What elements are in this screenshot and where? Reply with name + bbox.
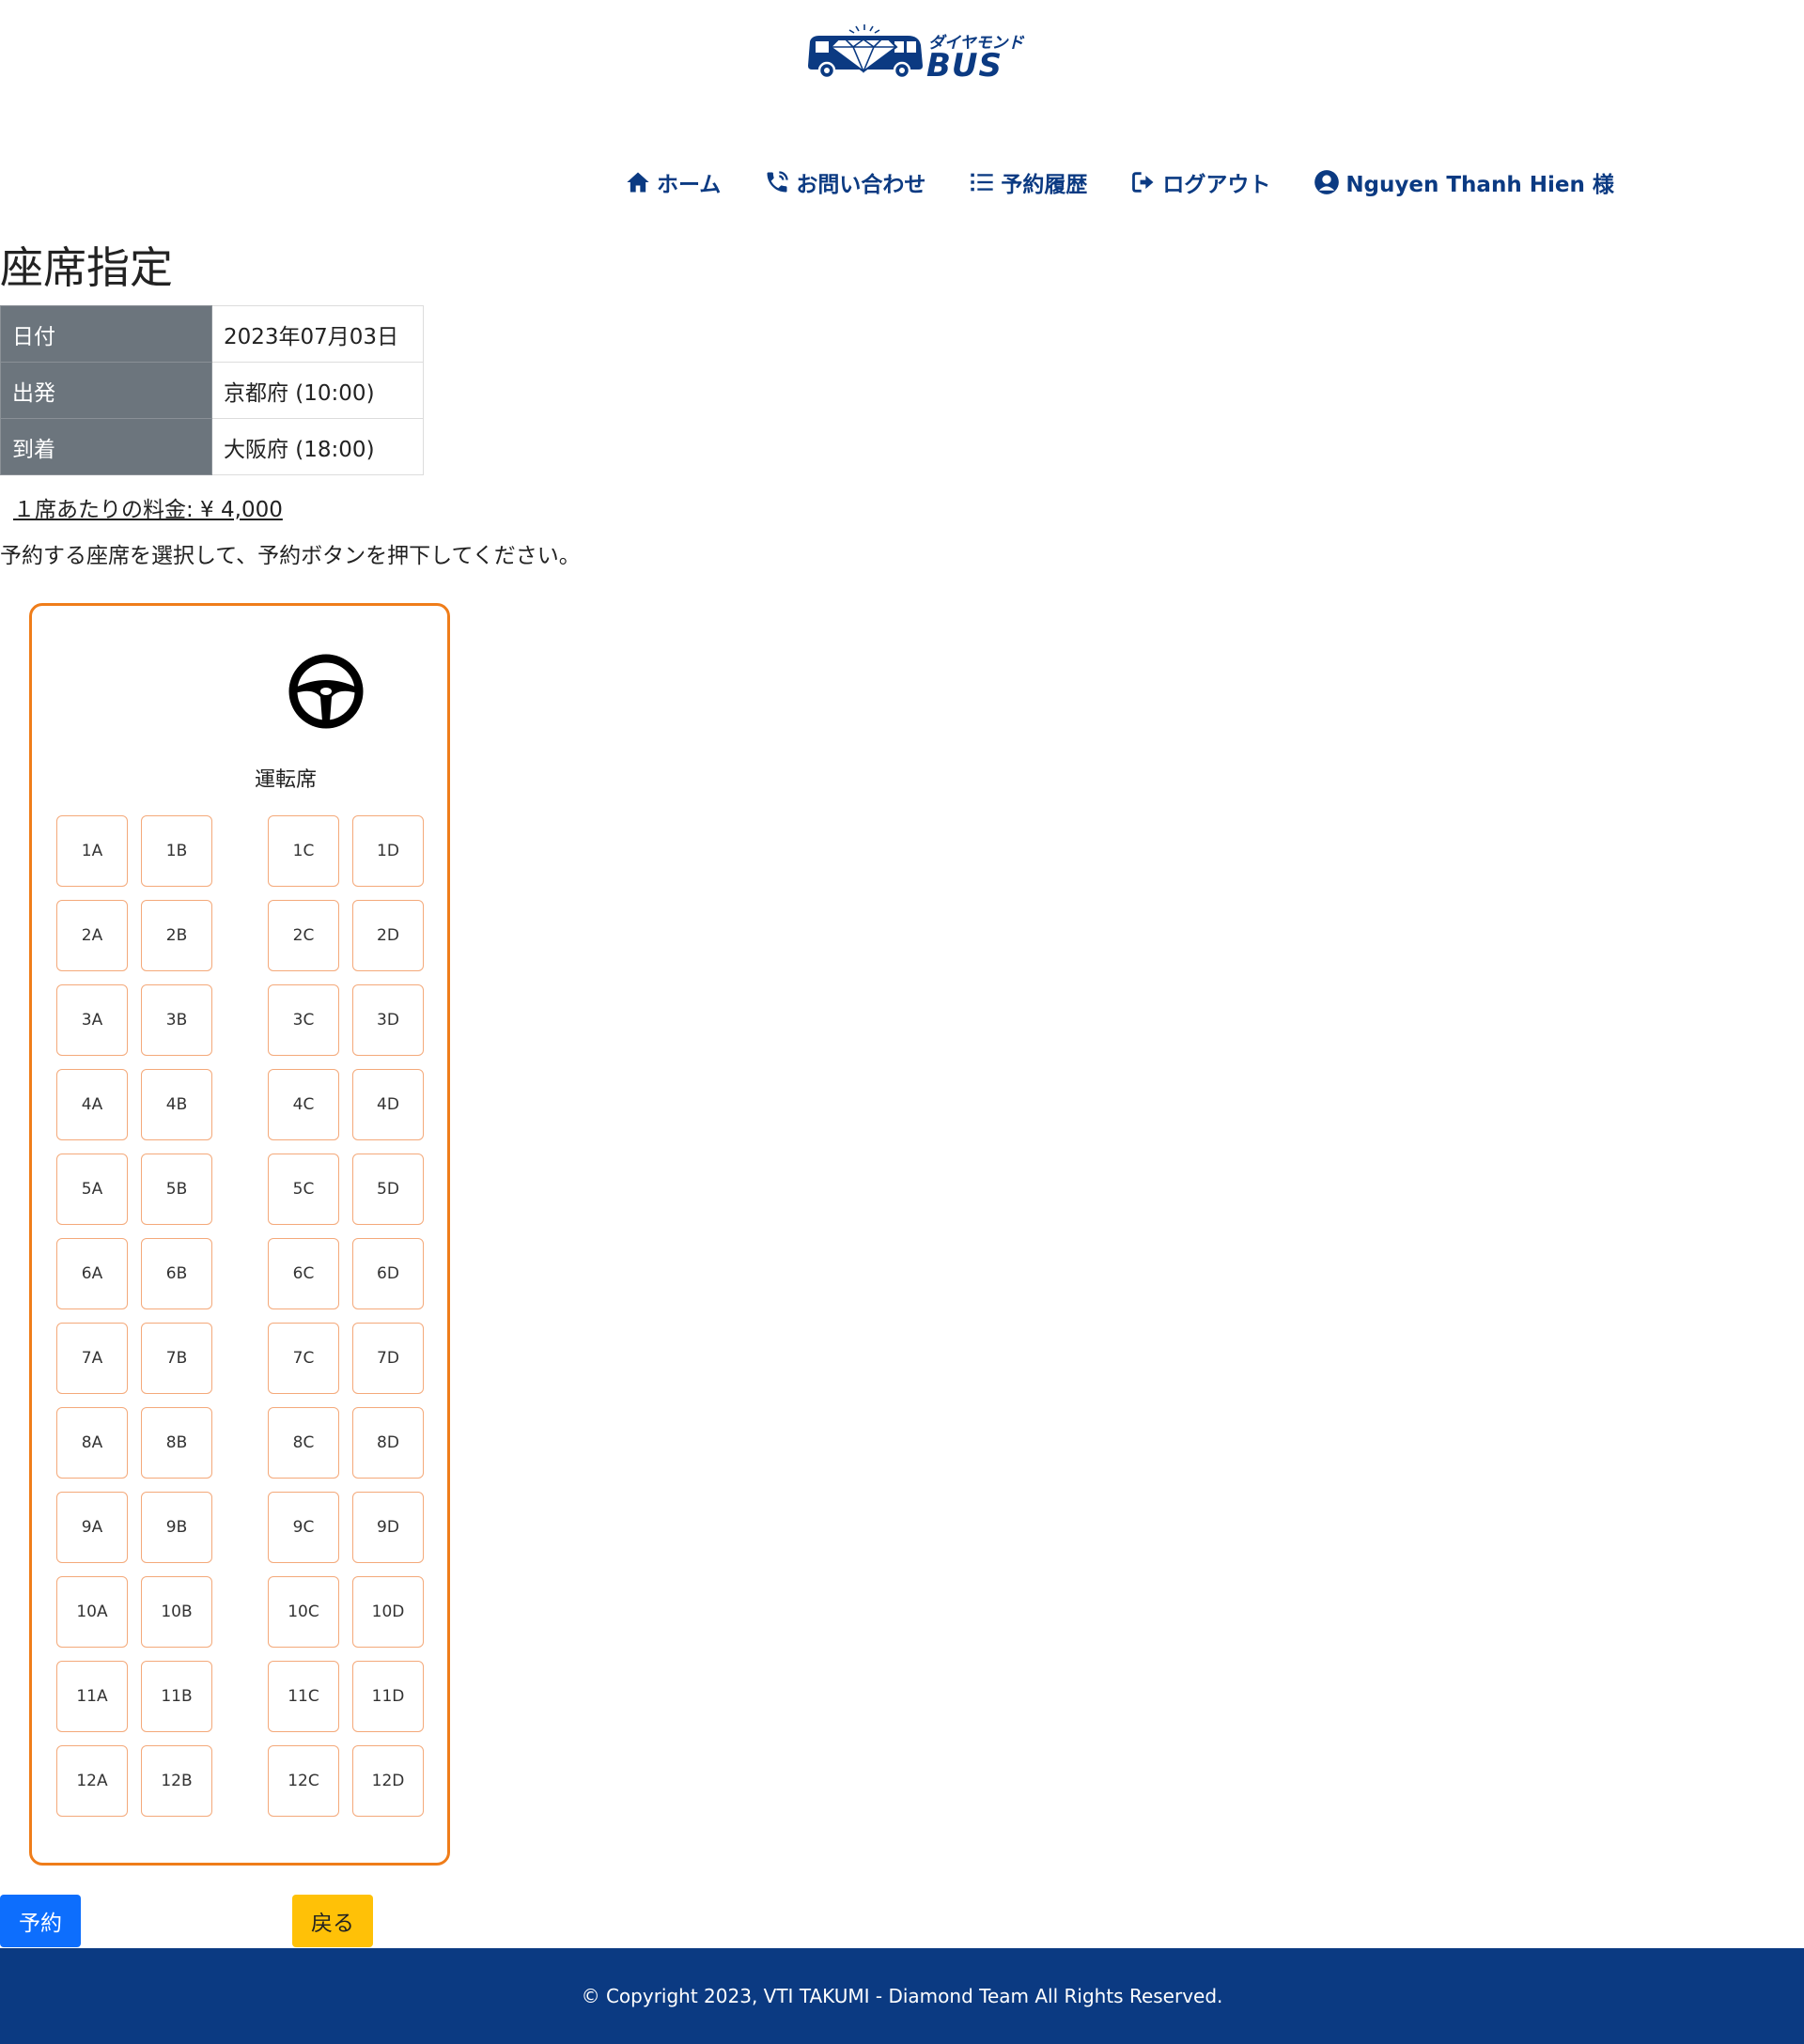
page-title: 座席指定 — [0, 242, 173, 293]
seat-button[interactable]: 3C — [268, 984, 339, 1056]
seat-price: １席あたりの料金: ¥ 4,000 — [13, 498, 283, 522]
nav-home[interactable]: ホーム — [625, 166, 721, 198]
logo-bus-text: BUS — [926, 47, 1003, 85]
seat-button[interactable]: 9D — [352, 1492, 424, 1563]
copyright-text: © Copyright 2023, VTI TAKUMI - Diamond T… — [581, 1985, 1223, 2007]
seat-button[interactable]: 9B — [141, 1492, 212, 1563]
seat-button[interactable]: 1A — [56, 815, 128, 887]
seat-button[interactable]: 11A — [56, 1661, 128, 1732]
trip-info-table: 日付 2023年07月03日 出発 京都府 (10:00) 到着 大阪府 (18… — [0, 305, 424, 475]
list-icon — [969, 169, 995, 195]
nav-home-label: ホーム — [657, 173, 722, 197]
seat-button[interactable]: 12D — [352, 1745, 424, 1817]
info-departure-value: 京都府 (10:00) — [211, 362, 424, 419]
seat-button[interactable]: 7D — [352, 1323, 424, 1394]
seat-button[interactable]: 10D — [352, 1576, 424, 1648]
nav-booking-history[interactable]: 予約履歴 — [969, 166, 1087, 198]
seat-button[interactable]: 11D — [352, 1661, 424, 1732]
bus-logo-icon — [808, 24, 923, 80]
seat-button[interactable]: 10B — [141, 1576, 212, 1648]
table-row: 到着 大阪府 (18:00) — [0, 418, 424, 475]
info-arrival-value: 大阪府 (18:00) — [211, 418, 424, 475]
seat-button[interactable]: 12B — [141, 1745, 212, 1817]
seat-button[interactable]: 11B — [141, 1661, 212, 1732]
seat-button[interactable]: 7B — [141, 1323, 212, 1394]
back-button[interactable]: 戻る — [292, 1895, 373, 1947]
info-departure-label: 出発 — [0, 362, 212, 419]
reserve-button[interactable]: 予約 — [0, 1895, 81, 1947]
nav-contact-label: お問い合わせ — [796, 173, 926, 197]
seat-button[interactable]: 5D — [352, 1154, 424, 1225]
footer: © Copyright 2023, VTI TAKUMI - Diamond T… — [0, 1948, 1804, 2044]
seat-button[interactable]: 5A — [56, 1154, 128, 1225]
nav-logout[interactable]: ログアウト — [1130, 166, 1270, 198]
nav-booking-history-label: 予約履歴 — [1001, 173, 1088, 197]
seat-button[interactable]: 12A — [56, 1745, 128, 1817]
seat-button[interactable]: 7C — [268, 1323, 339, 1394]
seat-button[interactable]: 2B — [141, 900, 212, 971]
seat-button[interactable]: 8C — [268, 1407, 339, 1479]
seat-button[interactable]: 11C — [268, 1661, 339, 1732]
seat-button[interactable]: 6B — [141, 1238, 212, 1309]
seat-button[interactable]: 1B — [141, 815, 212, 887]
seat-button[interactable]: 3D — [352, 984, 424, 1056]
seat-button[interactable]: 6C — [268, 1238, 339, 1309]
seat-button[interactable]: 3B — [141, 984, 212, 1056]
info-date-value: 2023年07月03日 — [211, 305, 424, 363]
main-nav: ホーム お問い合わせ 予約履歴 ログアウト Nguyen Thanh Hien … — [625, 165, 1614, 199]
seat-button[interactable]: 8B — [141, 1407, 212, 1479]
seat-button[interactable]: 7A — [56, 1323, 128, 1394]
seat-button[interactable]: 10C — [268, 1576, 339, 1648]
seat-button[interactable]: 6D — [352, 1238, 424, 1309]
seat-button[interactable]: 2A — [56, 900, 128, 971]
seat-button[interactable]: 8A — [56, 1407, 128, 1479]
nav-user-name: Nguyen Thanh Hien 様 — [1345, 173, 1614, 197]
user-circle-icon — [1314, 169, 1340, 195]
instruction-text: 予約する座席を選択して、予約ボタンを押下してください。 — [0, 544, 581, 568]
info-arrival-label: 到着 — [0, 418, 212, 475]
nav-contact[interactable]: お問い合わせ — [764, 166, 925, 198]
seat-button[interactable]: 3A — [56, 984, 128, 1056]
logout-icon — [1130, 169, 1157, 195]
seat-button[interactable]: 1C — [268, 815, 339, 887]
nav-user-profile[interactable]: Nguyen Thanh Hien 様 — [1314, 166, 1614, 198]
seat-button[interactable]: 4B — [141, 1069, 212, 1140]
phone-icon — [764, 169, 790, 195]
seat-button[interactable]: 1D — [352, 815, 424, 887]
seat-button[interactable]: 6A — [56, 1238, 128, 1309]
seat-button[interactable]: 4C — [268, 1069, 339, 1140]
seat-button[interactable]: 2D — [352, 900, 424, 971]
seat-button[interactable]: 10A — [56, 1576, 128, 1648]
table-row: 出発 京都府 (10:00) — [0, 362, 424, 419]
table-row: 日付 2023年07月03日 — [0, 305, 424, 363]
bus-seat-map: 運転席 1A 1B 1C 1D 2A 2B 2C 2D 3A 3B 3C 3D 4A 4B 4C 4D 5A 5B… — [29, 603, 450, 1866]
seat-button[interactable]: 8D — [352, 1407, 424, 1479]
info-date-label: 日付 — [0, 305, 212, 363]
seat-button[interactable]: 9C — [268, 1492, 339, 1563]
steering-wheel-icon — [287, 652, 365, 731]
seat-button[interactable]: 9A — [56, 1492, 128, 1563]
nav-logout-label: ログアウト — [1162, 173, 1271, 197]
driver-seat-label: 運転席 — [254, 768, 317, 792]
seat-button[interactable]: 2C — [268, 900, 339, 971]
home-icon — [625, 169, 651, 195]
seat-button[interactable]: 5C — [268, 1154, 339, 1225]
seat-button[interactable]: 5B — [141, 1154, 212, 1225]
site-logo[interactable]: ダイヤモンド BUS — [804, 23, 1024, 86]
seat-button[interactable]: 4A — [56, 1069, 128, 1140]
seat-button[interactable]: 12C — [268, 1745, 339, 1817]
seat-button[interactable]: 4D — [352, 1069, 424, 1140]
